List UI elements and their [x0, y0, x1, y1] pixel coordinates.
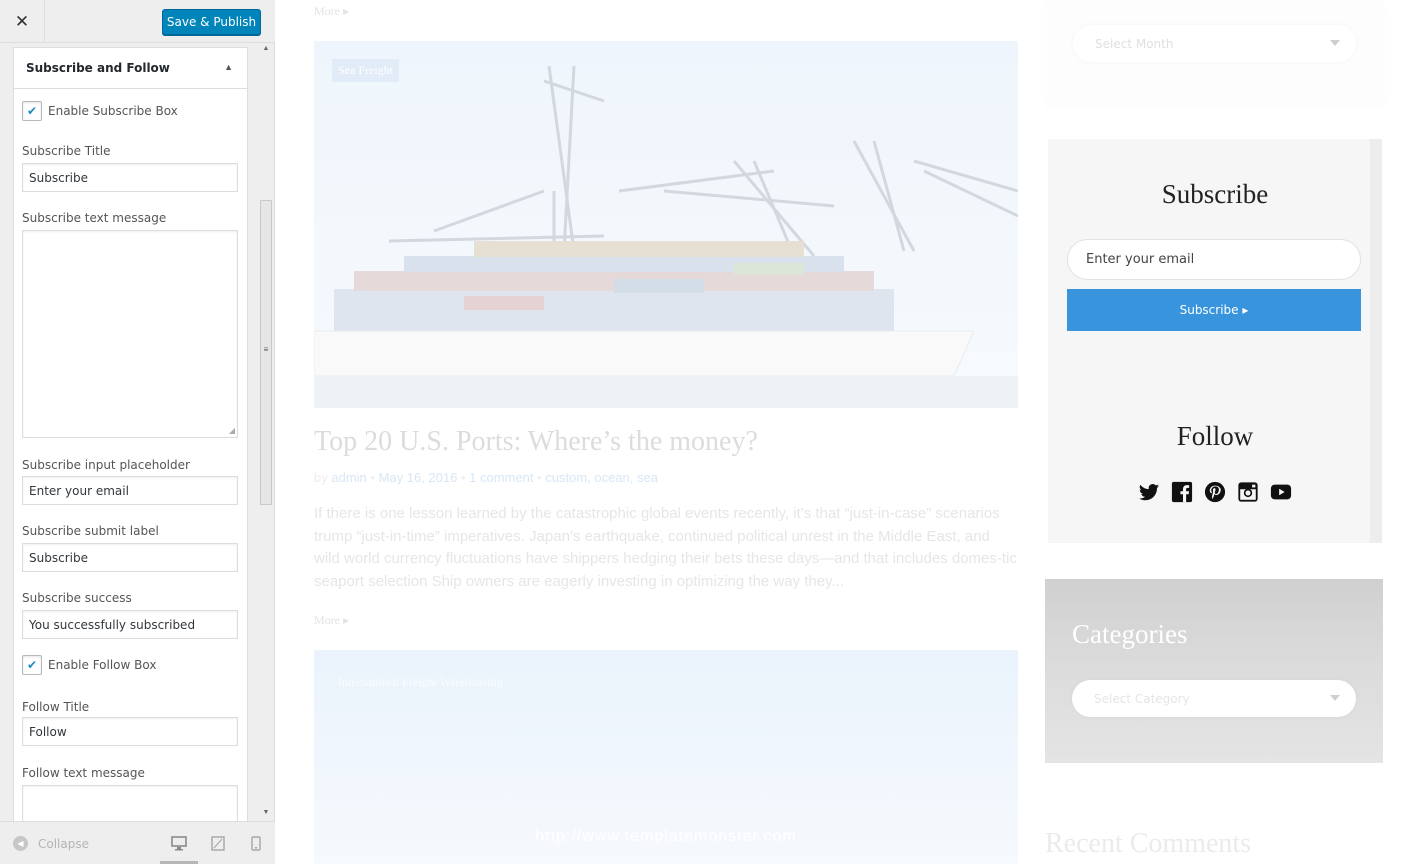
subscribe-submit-label-label: Subscribe submit label	[22, 524, 159, 538]
collapse-button[interactable]: ◀ Collapse	[13, 836, 89, 851]
pinterest-icon[interactable]	[1204, 481, 1226, 503]
categories-widget: Categories Select Category	[1045, 579, 1383, 763]
youtube-icon[interactable]	[1270, 481, 1292, 503]
post-excerpt: If there is one lesson learned by the ca…	[314, 505, 1017, 590]
chevron-down-icon	[1330, 695, 1340, 701]
follow-text-message-label: Follow text message	[22, 766, 145, 780]
checkmark-icon[interactable]: ✔	[22, 655, 42, 675]
subscribe-submit-label-input[interactable]: Subscribe	[22, 543, 238, 572]
post-category-tags[interactable]: International Freight Warehousing	[338, 675, 503, 690]
subscribe-text-message-textarea[interactable]: ◢	[22, 230, 238, 438]
checkmark-icon[interactable]: ✔	[22, 101, 42, 121]
post-title[interactable]: Top 20 U.S. Ports: Where’s the money?	[314, 426, 758, 458]
subscribe-widget-title: Subscribe	[1161, 179, 1269, 209]
subscribe-text-message-label: Subscribe text message	[22, 211, 167, 225]
post-category-tag[interactable]: Sea Freight	[332, 59, 399, 82]
chevron-down-icon	[1330, 40, 1340, 46]
follow-title-label: Follow Title	[22, 700, 90, 714]
archive-select-value: Select Month	[1095, 36, 1174, 51]
more-label: More	[314, 4, 340, 18]
more-link[interactable]: More ▸	[314, 613, 349, 628]
subscribe-follow-section: Subscribe and Follow ▲ ✔ Enable Subscrib…	[13, 47, 248, 821]
customizer-controls: Subscribe and Follow ▲ ✔ Enable Subscrib…	[0, 43, 275, 821]
customizer-header: ✕ Save & Publish	[0, 0, 275, 43]
categories-select-value: Select Category	[1094, 691, 1190, 706]
subscribe-success-label: Subscribe success	[22, 591, 132, 605]
subscribe-email-input[interactable]: Enter your email	[1067, 239, 1361, 280]
scrollbar-thumb[interactable]: ≡	[260, 200, 272, 505]
section-header[interactable]: Subscribe and Follow ▲	[14, 48, 247, 89]
meta-by: by	[314, 470, 328, 485]
enable-follow-label: Enable Follow Box	[48, 658, 157, 672]
subscribe-widget: Subscribe Enter your email Subscribe ▸	[1048, 139, 1382, 381]
save-publish-button[interactable]: Save & Publish	[162, 9, 261, 35]
post-featured-image[interactable]: International Freight Warehousing http:/…	[314, 650, 1018, 864]
more-label: More	[314, 613, 340, 627]
cargo-ship-illustration	[314, 41, 1018, 408]
post-tags[interactable]: custom, ocean, sea	[545, 470, 658, 485]
enable-follow-checkbox[interactable]: ✔ Enable Follow Box	[22, 655, 156, 675]
post-date[interactable]: May 16, 2016	[379, 470, 458, 485]
post-comments[interactable]: 1 comment	[469, 470, 533, 485]
post-featured-image[interactable]: Sea Freight	[314, 41, 1018, 408]
collapse-arrow-icon: ◀	[13, 836, 28, 851]
subscribe-success-input[interactable]: You successfully subscribed	[22, 610, 238, 639]
close-customizer-button[interactable]: ✕	[0, 0, 45, 43]
mobile-icon[interactable]	[248, 836, 264, 851]
collapse-label: Collapse	[38, 836, 89, 851]
scroll-up-arrow-icon[interactable]: ▲	[259, 45, 273, 55]
image-watermark: http://www.templatemonster.com	[535, 828, 797, 845]
customizer-scrollbar[interactable]: ▲ ≡ ▼	[259, 43, 273, 821]
more-link[interactable]: More ▸	[314, 4, 349, 19]
archive-widget: Select Month	[1046, 0, 1383, 108]
customizer-footer: ◀ Collapse	[0, 821, 275, 864]
subscribe-placeholder-input[interactable]: Enter your email	[22, 476, 238, 505]
subscribe-button[interactable]: Subscribe ▸	[1067, 289, 1361, 331]
enable-subscribe-label: Enable Subscribe Box	[48, 104, 178, 118]
post-meta: by admin • May 16, 2016 • 1 comment • cu…	[314, 470, 658, 485]
site-preview: More ▸ Sea Freight Top 20 U.S. Ports: Wh…	[276, 0, 1419, 864]
instagram-icon[interactable]	[1237, 481, 1259, 503]
resize-grip-icon[interactable]: ◢	[229, 426, 235, 435]
collapse-arrow-icon[interactable]: ▲	[224, 62, 233, 72]
scroll-down-arrow-icon[interactable]: ▼	[259, 809, 273, 819]
follow-text-message-textarea[interactable]	[22, 785, 238, 821]
post-author[interactable]: admin	[331, 470, 366, 485]
desktop-icon[interactable]	[171, 836, 187, 851]
grip-icon: ≡	[263, 345, 269, 354]
follow-title-input[interactable]: Follow	[22, 717, 238, 746]
archive-select[interactable]: Select Month	[1073, 25, 1356, 62]
categories-select[interactable]: Select Category	[1072, 680, 1356, 717]
facebook-icon[interactable]	[1171, 481, 1193, 503]
section-title: Subscribe and Follow	[26, 61, 170, 75]
follow-widget: Follow	[1048, 381, 1382, 543]
follow-widget-title: Follow	[1176, 421, 1254, 451]
subscribe-placeholder-label: Subscribe input placeholder	[22, 458, 190, 472]
categories-widget-title: Categories	[1072, 619, 1188, 649]
enable-subscribe-checkbox[interactable]: ✔ Enable Subscribe Box	[22, 101, 178, 121]
tablet-icon[interactable]	[210, 836, 226, 851]
social-icons	[1048, 481, 1382, 503]
subscribe-title-input[interactable]: Subscribe	[22, 163, 238, 192]
customizer-sidebar: ✕ Save & Publish Subscribe and Follow ▲ …	[0, 0, 275, 864]
twitter-icon[interactable]	[1138, 481, 1160, 503]
subscribe-title-label: Subscribe Title	[22, 144, 111, 158]
recent-comments-title: Recent Comments	[1045, 828, 1252, 859]
